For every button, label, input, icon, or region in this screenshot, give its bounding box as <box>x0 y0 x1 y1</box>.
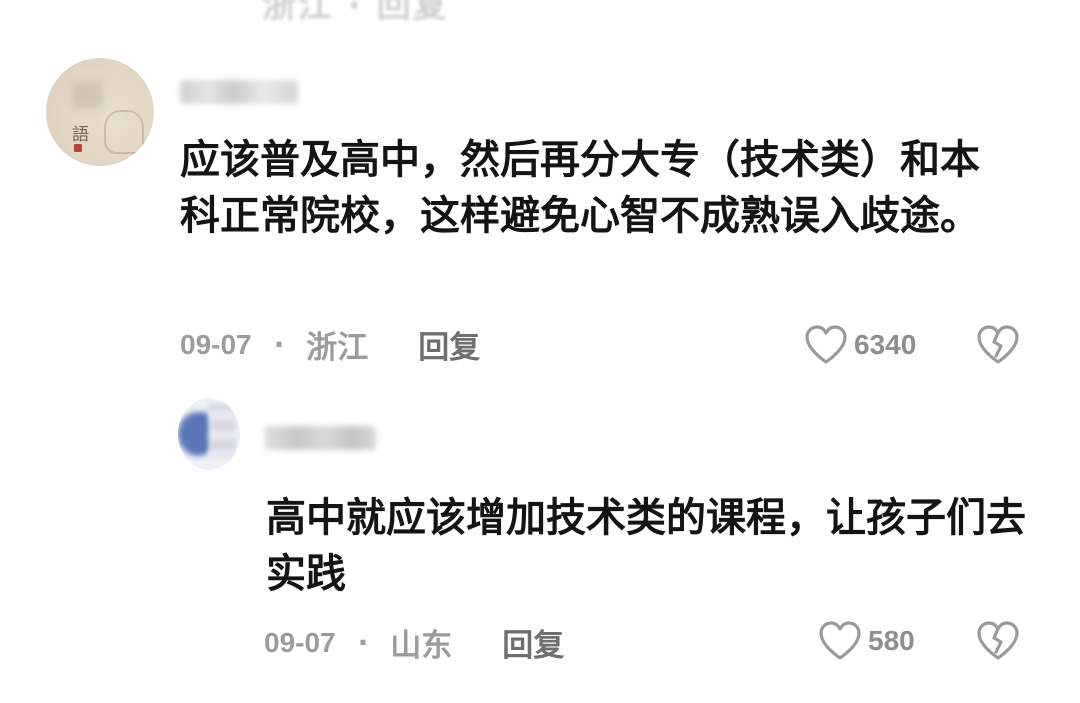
comment-meta: 09-07 · 山东 回复 <box>264 620 564 665</box>
comment-location: 浙江 <box>306 330 369 366</box>
dislike-button[interactable] <box>976 324 1020 370</box>
comment-meta: 09-07 · 浙江 回复 <box>180 322 480 367</box>
comment-text: 高中就应该增加技术类的课程，让孩子们去实践 <box>266 495 1026 597</box>
like-button[interactable]: 6340 <box>804 324 916 366</box>
meta-separator: · <box>273 328 285 361</box>
reply-button[interactable]: 回复 <box>418 322 480 367</box>
broken-heart-icon <box>977 621 1019 660</box>
meta-separator: · <box>357 626 369 659</box>
heart-outline-icon <box>819 621 861 660</box>
reply-button[interactable]: 回复 <box>502 620 564 665</box>
previous-comment-meta: 浙江 · 回复 <box>262 0 449 26</box>
avatar[interactable]: 語 <box>46 58 154 166</box>
avatar[interactable] <box>178 398 240 470</box>
avatar-pixelated-area <box>208 404 236 460</box>
comment-date: 09-07 <box>180 328 252 360</box>
comment-date: 09-07 <box>264 626 336 658</box>
broken-heart-icon <box>977 325 1019 364</box>
avatar-sketch-figure <box>104 110 144 154</box>
dislike-button[interactable] <box>976 620 1020 666</box>
like-button[interactable]: 580 <box>818 620 915 662</box>
avatar-blur-patch <box>72 82 102 108</box>
heart-outline-icon <box>805 325 847 364</box>
like-count: 580 <box>868 625 915 656</box>
avatar-calligraphy: 語 <box>72 125 89 145</box>
comment-location: 山东 <box>390 628 453 664</box>
comment-text: 应该普及高中，然后再分大专（技术类）和本科正常院校，这样避免心智不成熟误入歧途。 <box>180 137 980 239</box>
username-blurred[interactable] <box>180 80 298 104</box>
username-blurred[interactable] <box>264 426 376 450</box>
avatar-seal-stamp <box>74 144 82 152</box>
like-count: 6340 <box>854 329 917 360</box>
